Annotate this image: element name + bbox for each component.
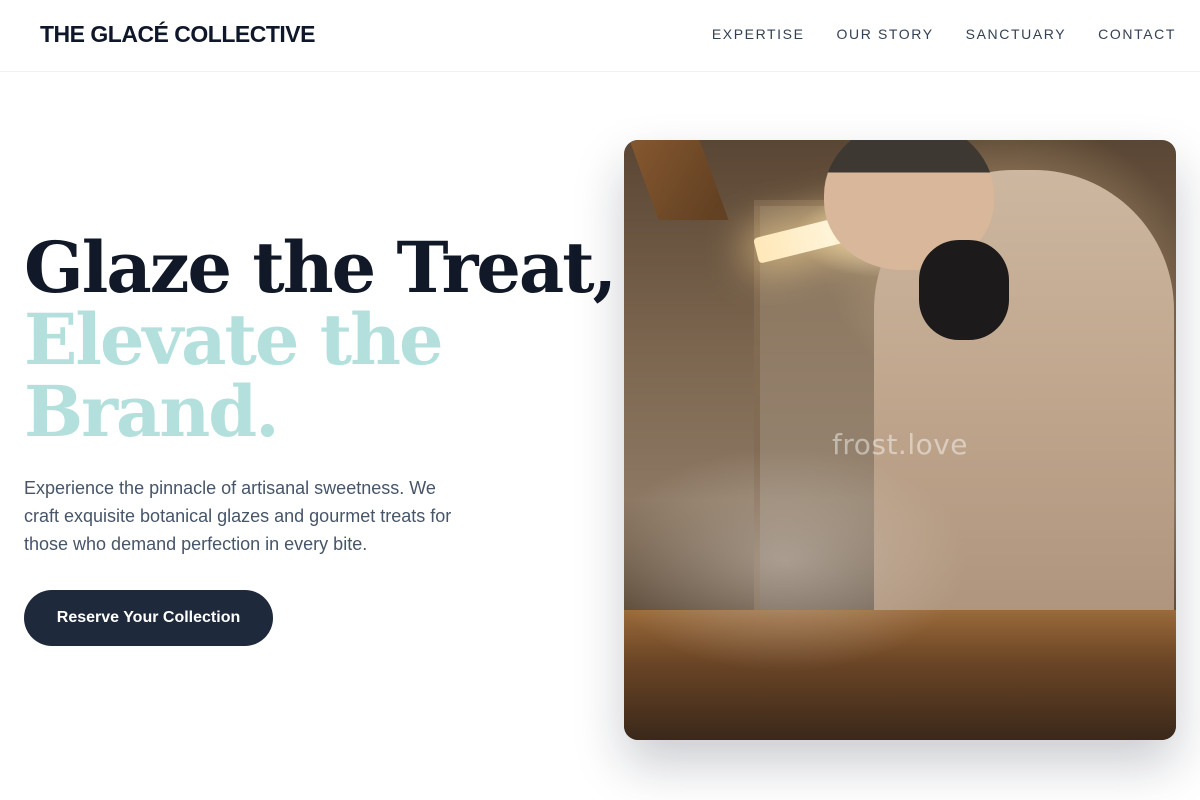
hero-title-line2: Elevate the Brand. xyxy=(24,298,444,453)
brand-logo[interactable]: THE GLACÉ COLLECTIVE xyxy=(40,21,315,48)
main-nav: EXPERTISE OUR STORY SANCTUARY CONTACT xyxy=(680,26,1176,42)
hero-title-line1: Glaze the Treat, xyxy=(24,226,617,309)
hero-description: Experience the pinnacle of artisanal swe… xyxy=(24,478,452,554)
image-watermark: frost.love xyxy=(831,428,969,461)
hero-image: frost.love xyxy=(624,140,1176,740)
nav-sanctuary[interactable]: SANCTUARY xyxy=(966,26,1067,42)
site-header: THE GLACÉ COLLECTIVE EXPERTISE OUR STORY… xyxy=(0,0,1200,72)
hero-title: Glaze the Treat, Elevate the Brand. xyxy=(24,226,617,453)
nav-our-story[interactable]: OUR STORY xyxy=(837,26,934,42)
nav-contact[interactable]: CONTACT xyxy=(1098,26,1176,42)
nav-expertise[interactable]: EXPERTISE xyxy=(712,26,805,42)
reserve-collection-button[interactable]: Reserve Your Collection xyxy=(24,590,273,646)
